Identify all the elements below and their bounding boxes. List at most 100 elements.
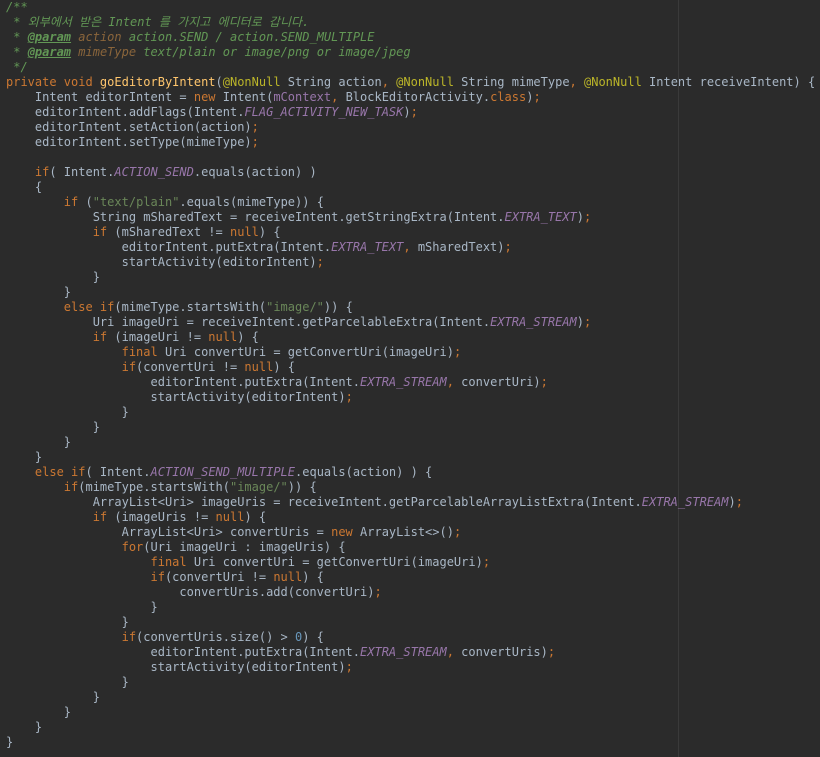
code-token: null: [215, 510, 245, 524]
code-line[interactable]: editorIntent.putExtra(Intent.EXTRA_TEXT,…: [6, 240, 815, 255]
code-token: if: [6, 165, 50, 179]
code-line[interactable]: }: [6, 285, 815, 300]
code-line[interactable]: if(convertUri != null) {: [6, 570, 815, 585]
code-line[interactable]: if( Intent.ACTION_SEND.equals(action) ): [6, 165, 815, 180]
code-token: String mSharedText = receiveIntent.getSt…: [6, 210, 505, 224]
code-line[interactable]: else if( Intent.ACTION_SEND_MULTIPLE.equ…: [6, 465, 815, 480]
code-token: if: [6, 570, 165, 584]
code-token: null: [229, 225, 259, 239]
code-line[interactable]: else if(mimeType.startsWith("image/")) {: [6, 300, 815, 315]
code-token: }: [6, 720, 43, 734]
code-token: "text/plain": [92, 195, 180, 209]
code-line[interactable]: editorIntent.setType(mimeType);: [6, 135, 815, 150]
code-token: startActivity(editorIntent): [6, 390, 346, 404]
code-token: @NonNull: [396, 75, 454, 89]
code-line[interactable]: /**: [6, 0, 815, 15]
code-token: * 외부에서 받은 Intent 를 가지고 에디터로 갑니다.: [6, 15, 310, 29]
code-line[interactable]: }: [6, 690, 815, 705]
code-line[interactable]: }: [6, 270, 815, 285]
code-line[interactable]: }: [6, 675, 815, 690]
code-line[interactable]: }: [6, 735, 815, 750]
code-token: }: [6, 675, 129, 689]
code-token: String action: [280, 75, 382, 89]
code-token: editorIntent.setAction(action): [6, 120, 252, 134]
code-line[interactable]: Intent editorIntent = new Intent(mContex…: [6, 90, 815, 105]
code-line[interactable]: if (mSharedText != null) {: [6, 225, 815, 240]
code-line[interactable]: }: [6, 705, 815, 720]
code-token: "image/": [229, 480, 288, 494]
code-line[interactable]: }: [6, 615, 815, 630]
code-token: EXTRA_STREAM: [360, 375, 447, 389]
code-token: *: [6, 45, 28, 59]
code-line[interactable]: editorIntent.addFlags(Intent.FLAG_ACTIVI…: [6, 105, 815, 120]
code-line[interactable]: if(convertUri != null) {: [6, 360, 815, 375]
code-line[interactable]: if (imageUri != null) {: [6, 330, 815, 345]
code-line[interactable]: editorIntent.putExtra(Intent.EXTRA_STREA…: [6, 375, 815, 390]
code-line[interactable]: * 외부에서 받은 Intent 를 가지고 에디터로 갑니다.: [6, 15, 815, 30]
code-token: "image/": [266, 300, 324, 314]
code-token: ): [576, 315, 584, 329]
code-line[interactable]: startActivity(editorIntent);: [6, 390, 815, 405]
code-line[interactable]: if ("text/plain".equals(mimeType)) {: [6, 195, 815, 210]
code-line[interactable]: {: [6, 180, 815, 195]
code-token: Intent(: [222, 90, 274, 104]
code-token: if: [6, 480, 79, 494]
code-token: ) {: [244, 510, 267, 524]
code-line[interactable]: convertUris.add(convertUri);: [6, 585, 815, 600]
code-token: ;: [540, 375, 548, 389]
code-line[interactable]: * @param action action.SEND / action.SEN…: [6, 30, 815, 45]
code-line[interactable]: }: [6, 720, 815, 735]
code-token: mSharedText): [417, 240, 505, 254]
code-token: mimeType: [78, 45, 137, 59]
code-line[interactable]: private void goEditorByIntent(@NonNull S…: [6, 75, 815, 90]
code-token: (mimeType.startsWith(: [114, 300, 267, 314]
code-token: for: [6, 540, 144, 554]
code-line[interactable]: if (imageUris != null) {: [6, 510, 815, 525]
code-line[interactable]: String mSharedText = receiveIntent.getSt…: [6, 210, 815, 225]
code-token: action.SEND / action.SEND_MULTIPLE: [121, 30, 375, 44]
code-token: ;: [316, 255, 324, 269]
code-line[interactable]: if(convertUris.size() > 0) {: [6, 630, 815, 645]
code-line[interactable]: startActivity(editorIntent);: [6, 660, 815, 675]
code-token: (mimeType.startsWith(: [78, 480, 230, 494]
code-token: *: [6, 30, 28, 44]
code-line[interactable]: if(mimeType.startsWith("image/")) {: [6, 480, 815, 495]
code-line[interactable]: final Uri convertUri = getConvertUri(ima…: [6, 345, 815, 360]
code-line[interactable]: startActivity(editorIntent);: [6, 255, 815, 270]
code-token: @NonNull: [222, 75, 281, 89]
code-token: ) {: [237, 330, 259, 344]
code-token: ,: [446, 645, 462, 659]
code-token: ;: [504, 240, 512, 254]
code-token: ;: [345, 660, 353, 674]
code-line[interactable]: }: [6, 435, 815, 450]
code-line[interactable]: }: [6, 405, 815, 420]
code-line[interactable]: }: [6, 450, 815, 465]
code-line[interactable]: * @param mimeType text/plain or image/pn…: [6, 45, 815, 60]
code-token: }: [6, 615, 129, 629]
code-token: if: [6, 510, 115, 524]
code-line[interactable]: ArrayList<Uri> imageUris = receiveIntent…: [6, 495, 815, 510]
code-token: ArrayList<Uri> convertUris =: [6, 525, 332, 539]
code-line[interactable]: editorIntent.setAction(action);: [6, 120, 815, 135]
code-token: if: [6, 630, 137, 644]
code-line[interactable]: editorIntent.putExtra(Intent.EXTRA_STREA…: [6, 645, 815, 660]
code-line[interactable]: [6, 150, 815, 165]
code-token: ;: [345, 390, 353, 404]
code-line[interactable]: Uri imageUri = receiveIntent.getParcelab…: [6, 315, 815, 330]
code-line[interactable]: }: [6, 600, 815, 615]
code-token: {: [6, 180, 43, 194]
code-token: )) {: [323, 300, 353, 314]
code-line[interactable]: final Uri convertUri = getConvertUri(ima…: [6, 555, 815, 570]
code-token: EXTRA_STREAM: [360, 645, 447, 659]
code-token: ;: [735, 495, 743, 509]
code-token: ArrayList<Uri> imageUris = receiveIntent…: [6, 495, 642, 509]
code-area[interactable]: /** * 외부에서 받은 Intent 를 가지고 에디터로 갑니다. * @…: [6, 0, 815, 750]
code-token: }: [6, 405, 129, 419]
code-line[interactable]: */: [6, 60, 815, 75]
code-line[interactable]: for(Uri imageUri : imageUris) {: [6, 540, 815, 555]
code-token: )) {: [287, 480, 317, 494]
code-line[interactable]: ArrayList<Uri> convertUris = new ArrayLi…: [6, 525, 815, 540]
code-editor[interactable]: /** * 외부에서 받은 Intent 를 가지고 에디터로 갑니다. * @…: [0, 0, 820, 757]
code-token: ;: [584, 315, 592, 329]
code-line[interactable]: }: [6, 420, 815, 435]
